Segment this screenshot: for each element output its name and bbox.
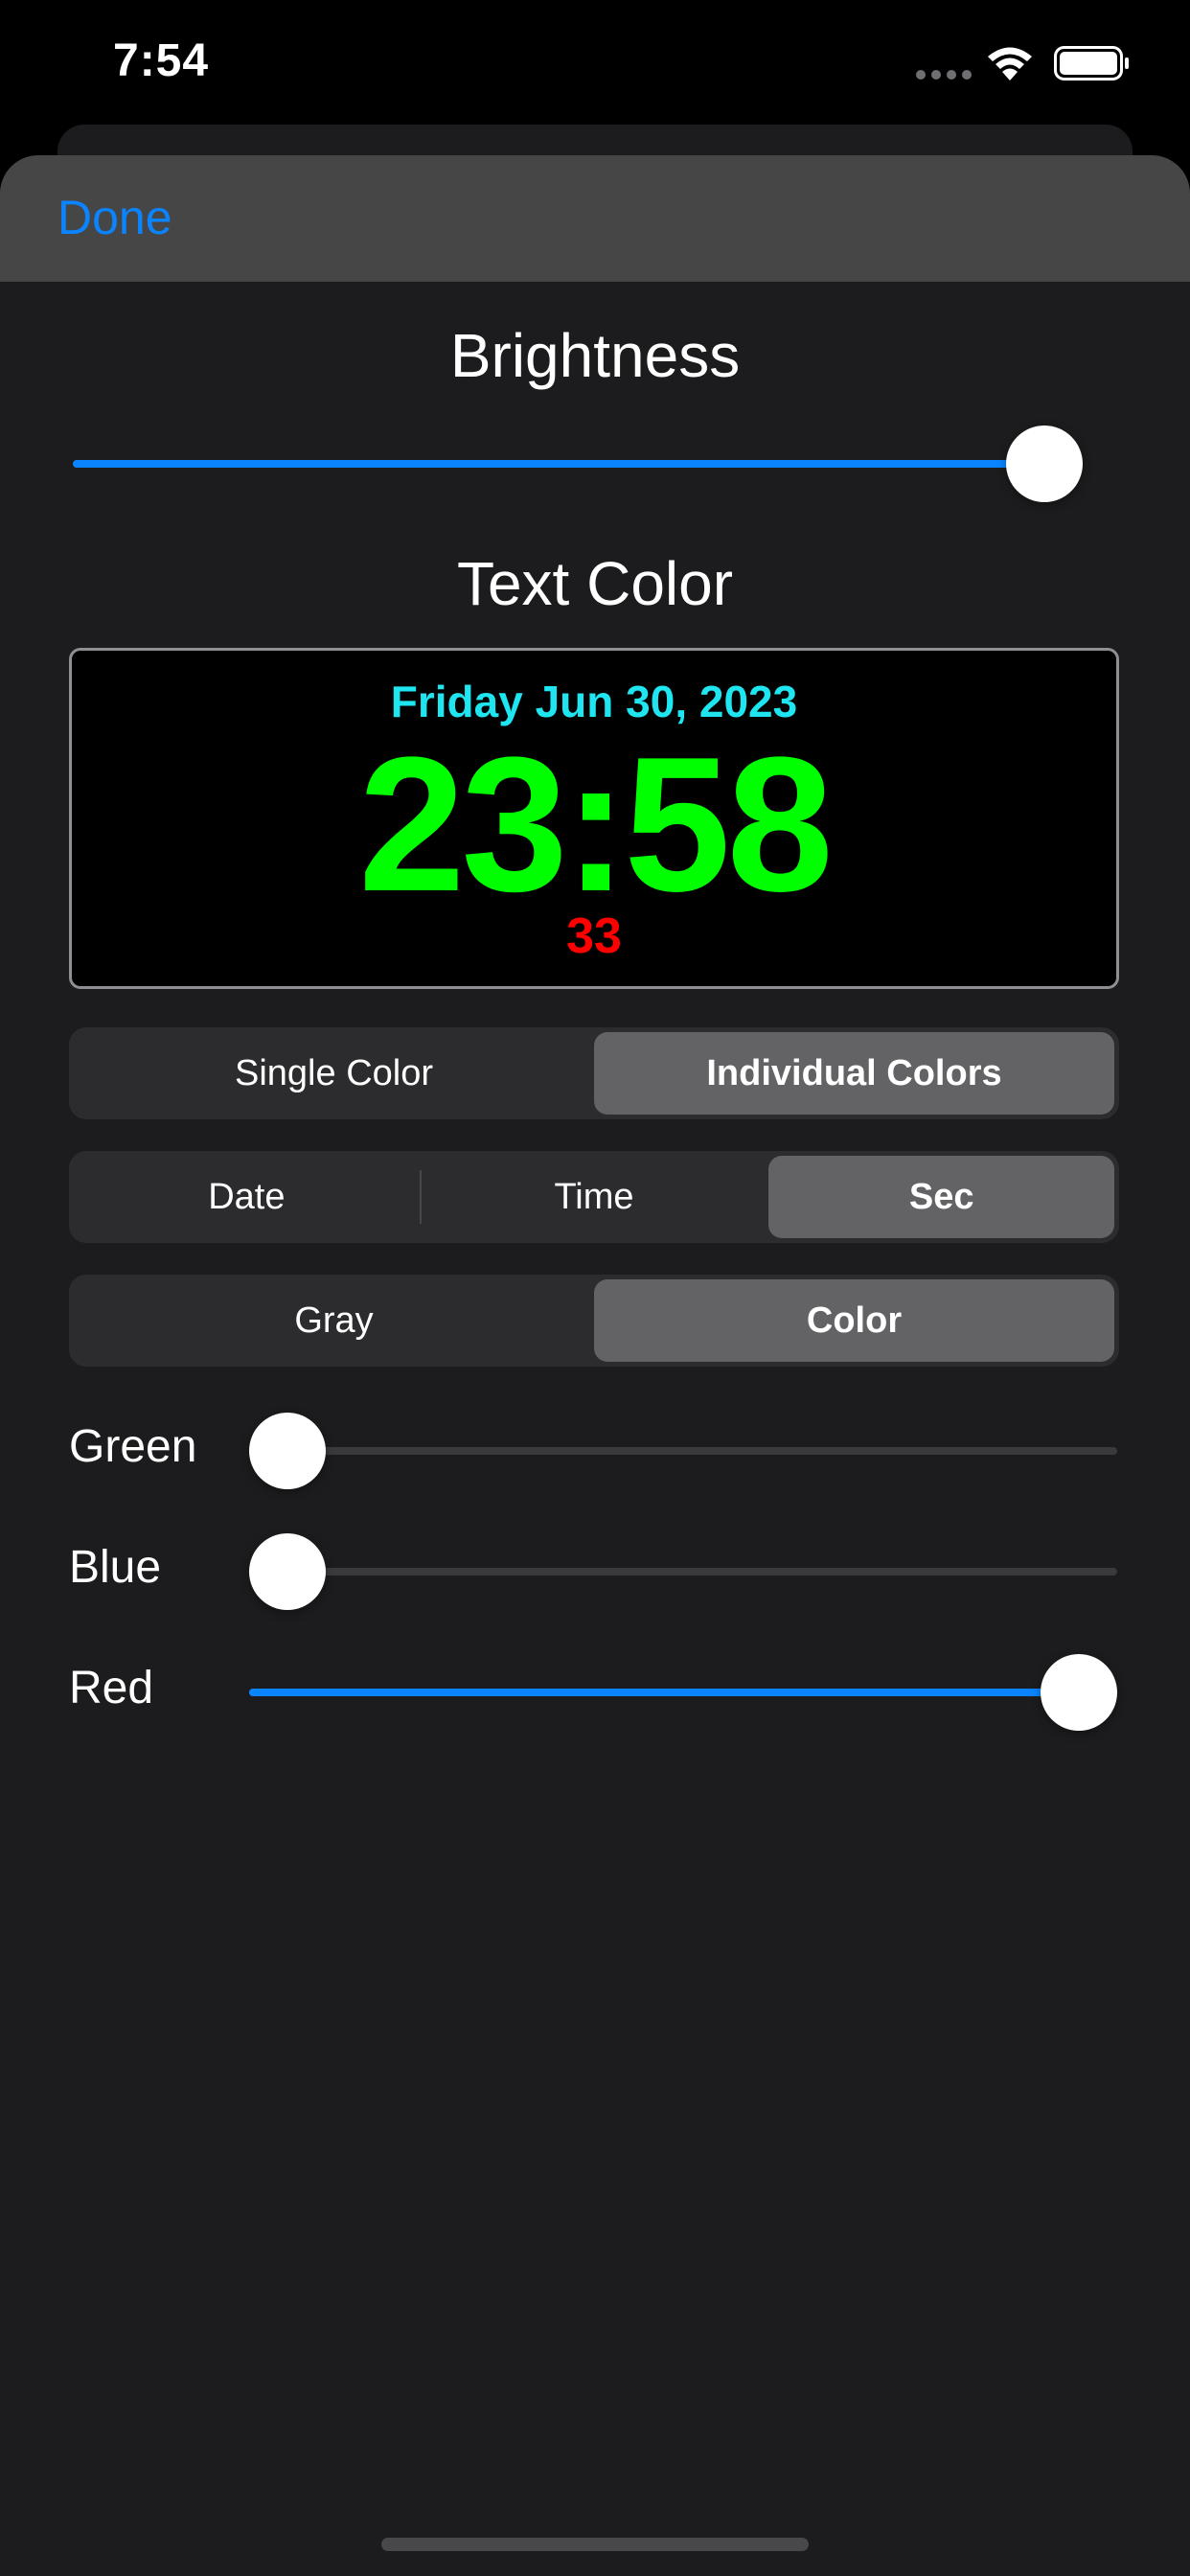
segment-label: Sec: [908, 1176, 974, 1217]
green-slider[interactable]: [249, 1413, 1117, 1489]
segment-date[interactable]: Date: [74, 1156, 420, 1238]
settings-sheet: Done Brightness Text Color Friday Jun 30…: [0, 155, 1190, 2576]
clock-preview: Friday Jun 30, 2023 23:58 33: [69, 648, 1119, 989]
blue-label: Blue: [69, 1542, 162, 1593]
status-time: 7:54: [113, 35, 210, 86]
red-slider-fill: [249, 1689, 1117, 1696]
status-bar: 7:54: [0, 0, 1190, 134]
blue-slider[interactable]: [249, 1533, 1117, 1610]
segment-sec[interactable]: Sec: [768, 1156, 1115, 1238]
segment-label: Color: [806, 1300, 903, 1341]
preview-time: 23:58: [358, 718, 834, 932]
segment-label: Single Color: [235, 1052, 433, 1093]
tone-segmented-control: Gray Color: [69, 1275, 1119, 1367]
sheet-header: Done: [0, 155, 1190, 282]
home-indicator[interactable]: [381, 2538, 809, 2551]
brightness-slider[interactable]: [73, 426, 1083, 502]
blue-slider-thumb[interactable]: [249, 1533, 326, 1610]
segment-individual-colors[interactable]: Individual Colors: [594, 1032, 1114, 1115]
segment-single-color[interactable]: Single Color: [74, 1032, 594, 1115]
signal-dots-icon: [916, 70, 972, 80]
preview-seconds: 33: [566, 908, 622, 964]
red-slider-thumb[interactable]: [1041, 1654, 1117, 1731]
segment-gray[interactable]: Gray: [74, 1279, 594, 1362]
red-slider[interactable]: [249, 1654, 1117, 1731]
brightness-slider-thumb[interactable]: [1006, 426, 1083, 502]
red-label: Red: [69, 1663, 154, 1714]
text-color-title: Text Color: [456, 549, 734, 618]
segment-label: Individual Colors: [706, 1052, 1002, 1093]
green-label: Green: [69, 1421, 197, 1472]
segment-label: Time: [554, 1176, 634, 1217]
segment-label: Gray: [294, 1300, 374, 1341]
segment-label: Date: [208, 1176, 286, 1217]
clock-part-segmented-control: Date Time Sec: [69, 1151, 1119, 1243]
segment-color[interactable]: Color: [594, 1279, 1114, 1362]
color-mode-segmented-control: Single Color Individual Colors: [69, 1027, 1119, 1119]
brightness-title: Brightness: [449, 321, 741, 390]
green-slider-track: [249, 1447, 1117, 1455]
blue-slider-track: [249, 1568, 1117, 1576]
wifi-icon: [988, 47, 1032, 80]
segment-time[interactable]: Time: [422, 1156, 767, 1238]
green-slider-thumb[interactable]: [249, 1413, 326, 1489]
done-button[interactable]: Done: [57, 190, 172, 245]
battery-icon: [1054, 46, 1129, 80]
brightness-slider-fill: [73, 460, 1083, 468]
